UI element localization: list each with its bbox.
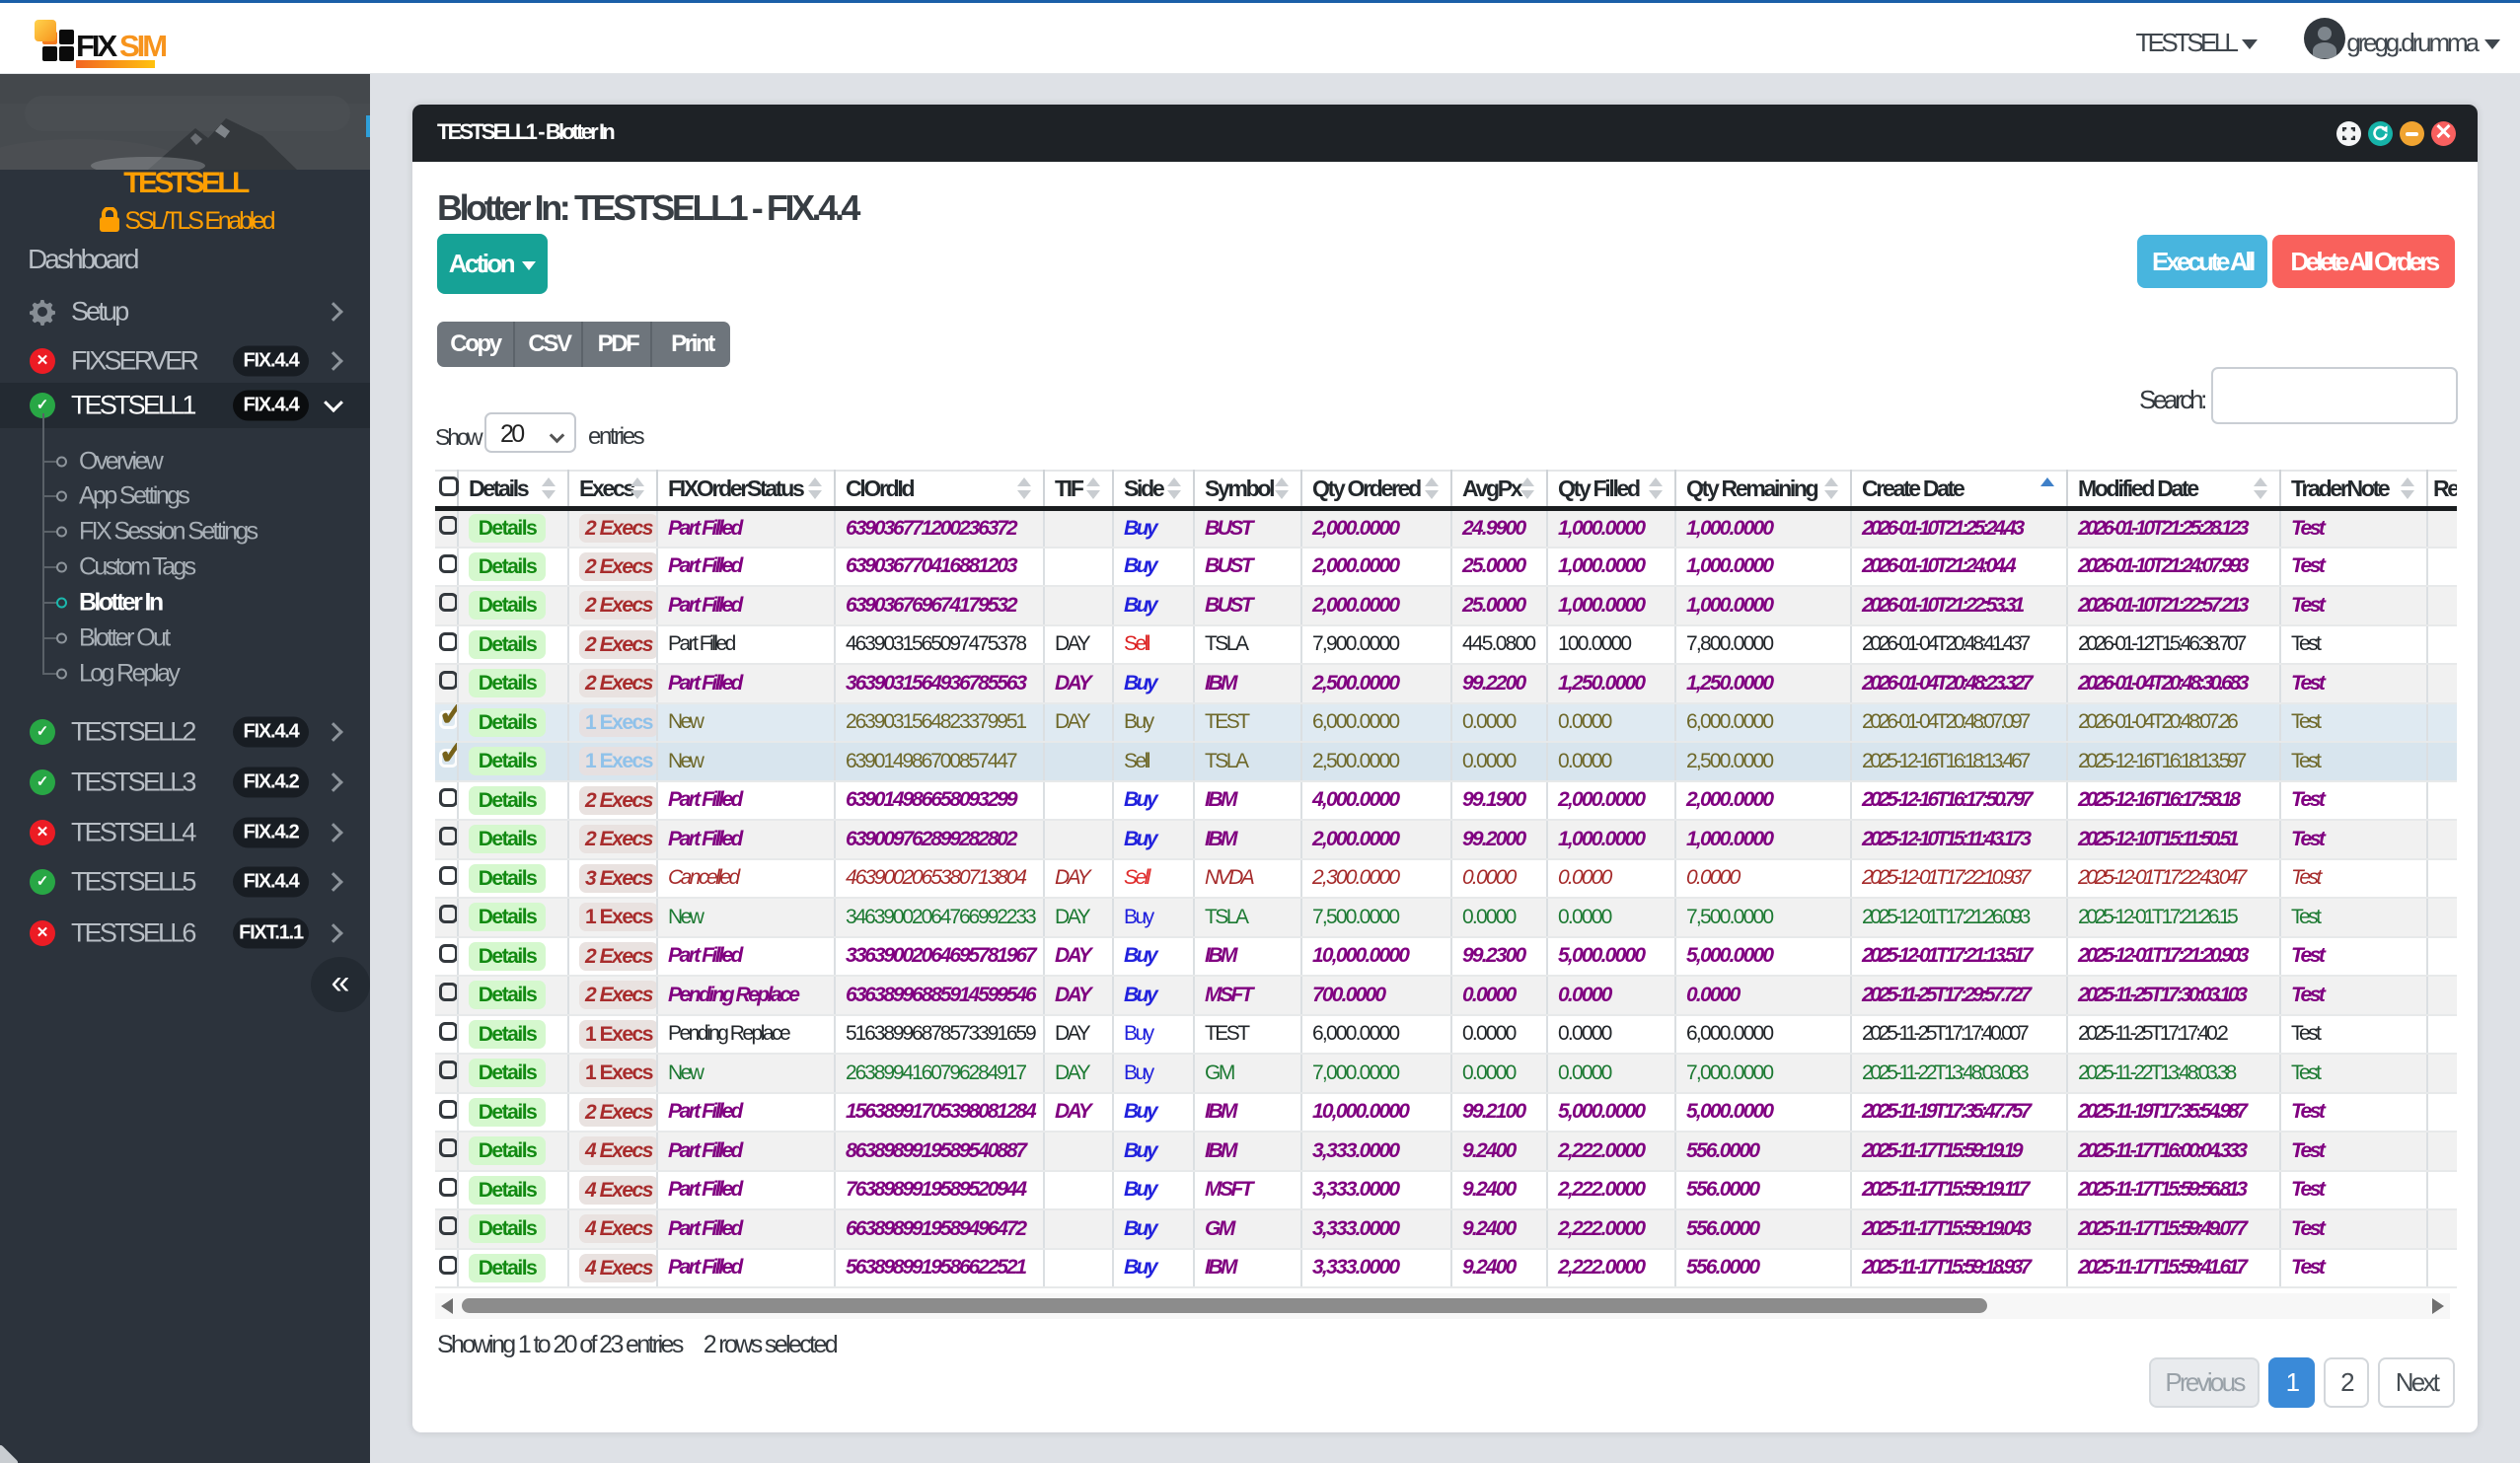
svg-text:FIX: FIX [76,29,118,63]
svg-text:SIM: SIM [119,29,166,63]
